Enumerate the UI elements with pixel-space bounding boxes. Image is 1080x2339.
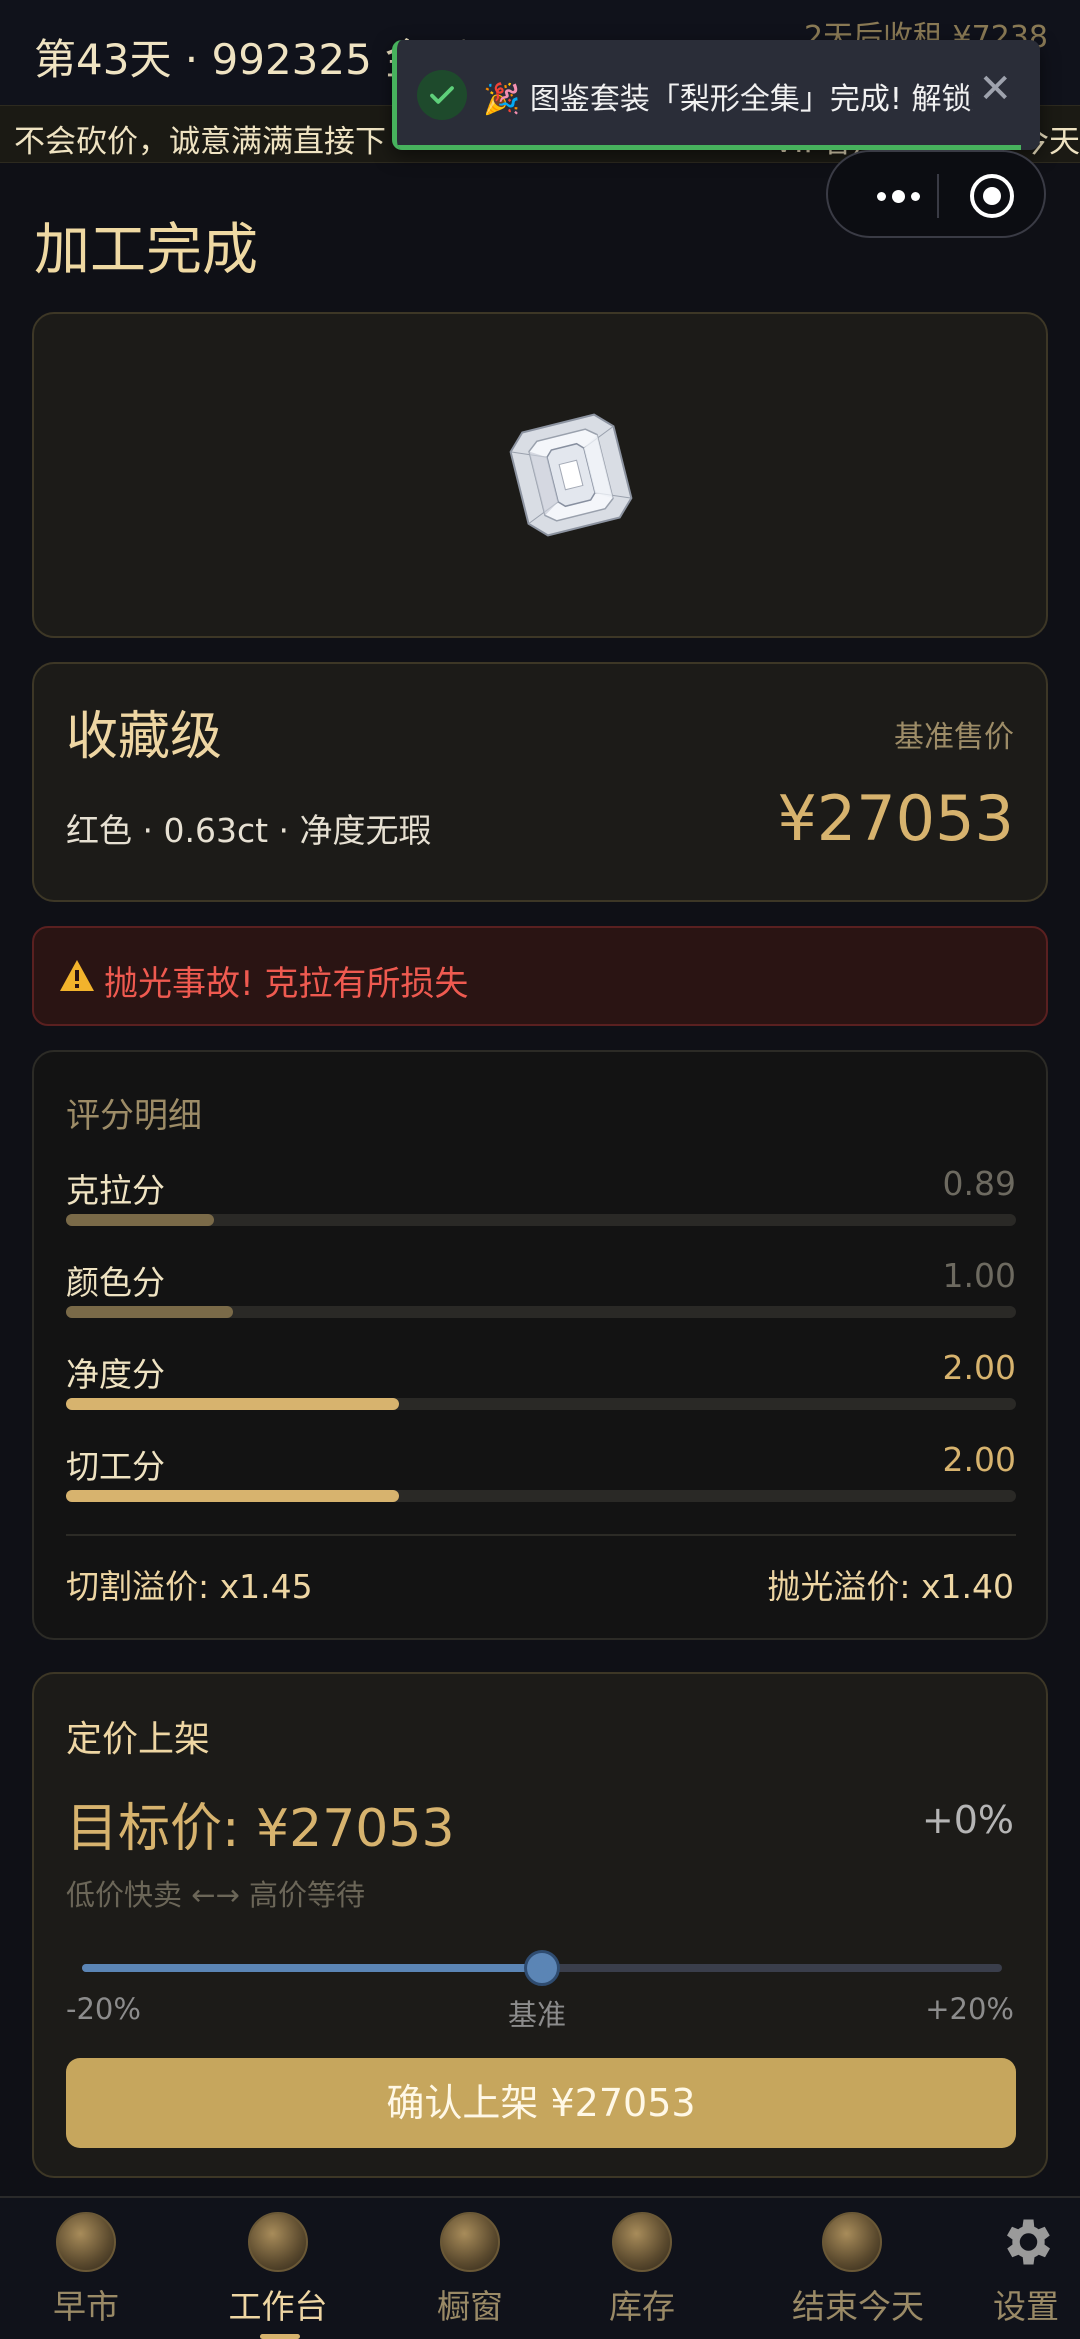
morning-market-icon — [56, 2212, 116, 2272]
cut-premium: 切割溢价: x1.45 — [66, 1567, 313, 1606]
score-fill — [66, 1306, 233, 1318]
nav-item[interactable]: 橱窗 — [410, 2212, 530, 2328]
showcase-icon — [440, 2212, 500, 2272]
nav-label: 早市 — [53, 2287, 119, 2326]
score-value: 2.00 — [942, 1348, 1016, 1387]
inventory-chest-icon — [612, 2212, 672, 2272]
toast-message: 🎉 图鉴套装「梨形全集」完成! 解锁奖励 — [483, 82, 973, 117]
confirm-listing-button[interactable]: 确认上架 ¥27053 — [66, 2058, 1016, 2148]
score-label: 颜色分 — [66, 1263, 165, 1302]
check-icon — [417, 70, 467, 120]
price-slider[interactable] — [82, 1948, 1002, 1988]
target-price: 目标价: ¥27053 — [66, 1799, 455, 1859]
gear-icon — [996, 2212, 1056, 2272]
slider-mid-label: 基准 — [508, 1998, 567, 2032]
nav-label: 橱窗 — [437, 2287, 503, 2326]
slider-max-label: +20% — [925, 1992, 1014, 2026]
score-title: 评分明细 — [66, 1096, 202, 1136]
score-track — [66, 1490, 1016, 1502]
score-value: 2.00 — [942, 1440, 1016, 1479]
score-row: 克拉分 0.89 — [66, 1164, 1016, 1244]
grade-title: 收藏级 — [66, 707, 223, 767]
nav-label: 结束今天 — [792, 2287, 924, 2326]
score-value: 0.89 — [942, 1164, 1016, 1203]
score-track — [66, 1306, 1016, 1318]
score-value: 1.00 — [942, 1256, 1016, 1295]
score-label: 净度分 — [66, 1355, 165, 1394]
price-adjust-percent: +0% — [921, 1798, 1014, 1842]
achievement-toast[interactable]: 🎉 图鉴套装「梨形全集」完成! 解锁奖励 ✕ — [392, 40, 1040, 150]
score-breakdown-card: 评分明细 克拉分 0.89 颜色分 1.00 净度分 2.00 切工分 2.00 切割溢价: … — [32, 1050, 1048, 1640]
polish-premium: 抛光溢价: x1.40 — [767, 1567, 1014, 1606]
nav-label: 设置 — [993, 2287, 1059, 2326]
score-track — [66, 1398, 1016, 1410]
base-price-value: ¥27053 — [777, 782, 1014, 855]
nav-label: 库存 — [609, 2287, 675, 2326]
ticker-text-left: 不会砍价，诚意满满直接下 — [14, 124, 386, 160]
close-icon[interactable]: ✕ — [978, 66, 1012, 112]
slider-fill — [82, 1964, 542, 1972]
pricing-card: 定价上架 目标价: ¥27053 +0% 低价快卖 ←→ 高价等待 -20% 基… — [32, 1672, 1048, 2178]
slider-thumb[interactable] — [524, 1950, 560, 1986]
nav-item[interactable]: 早市 — [26, 2212, 146, 2328]
score-divider — [66, 1534, 1016, 1536]
score-label: 切工分 — [66, 1447, 165, 1486]
base-price-label: 基准售价 — [894, 720, 1014, 755]
slider-min-label: -20% — [66, 1992, 141, 2026]
score-fill — [66, 1490, 400, 1502]
score-label: 克拉分 — [66, 1171, 165, 1210]
nav-item[interactable]: 工作台 — [218, 2212, 338, 2328]
moon-end-day-icon — [822, 2212, 882, 2272]
workbench-icon — [248, 2212, 308, 2272]
close-miniprogram-icon[interactable] — [970, 174, 1014, 218]
nav-item[interactable]: 结束今天 — [792, 2212, 924, 2328]
score-row: 净度分 2.00 — [66, 1348, 1016, 1428]
nav-label: 工作台 — [228, 2287, 328, 2326]
bottom-navigation: 早市 工作台 橱窗 库存 结束今天 设置 — [0, 2196, 1080, 2339]
active-tab-indicator — [260, 2334, 300, 2339]
score-fill — [66, 1214, 215, 1226]
emerald-cut-diamond-icon — [496, 410, 646, 544]
warning-icon — [58, 958, 96, 998]
score-row: 切工分 2.00 — [66, 1440, 1016, 1520]
nav-item[interactable]: 库存 — [582, 2212, 702, 2328]
grade-card: 收藏级 红色 · 0.63ct · 净度无瑕 基准售价 ¥27053 — [32, 662, 1048, 902]
miniprogram-capsule — [826, 150, 1046, 238]
gem-preview-card — [32, 312, 1048, 638]
page-title: 加工完成 — [34, 218, 258, 283]
pricing-hint: 低价快卖 ←→ 高价等待 — [66, 1878, 366, 1912]
gem-attributes: 红色 · 0.63ct · 净度无瑕 — [66, 811, 432, 850]
score-track — [66, 1214, 1016, 1226]
capsule-divider — [937, 174, 939, 218]
alert-message: 抛光事故! 克拉有所损失 — [104, 964, 469, 1004]
polish-accident-alert: 抛光事故! 克拉有所损失 — [32, 926, 1048, 1026]
nav-item[interactable]: 设置 — [966, 2212, 1080, 2328]
score-fill — [66, 1398, 400, 1410]
score-row: 颜色分 1.00 — [66, 1256, 1016, 1336]
more-options-icon[interactable] — [858, 178, 938, 214]
pricing-title: 定价上架 — [66, 1719, 211, 1760]
